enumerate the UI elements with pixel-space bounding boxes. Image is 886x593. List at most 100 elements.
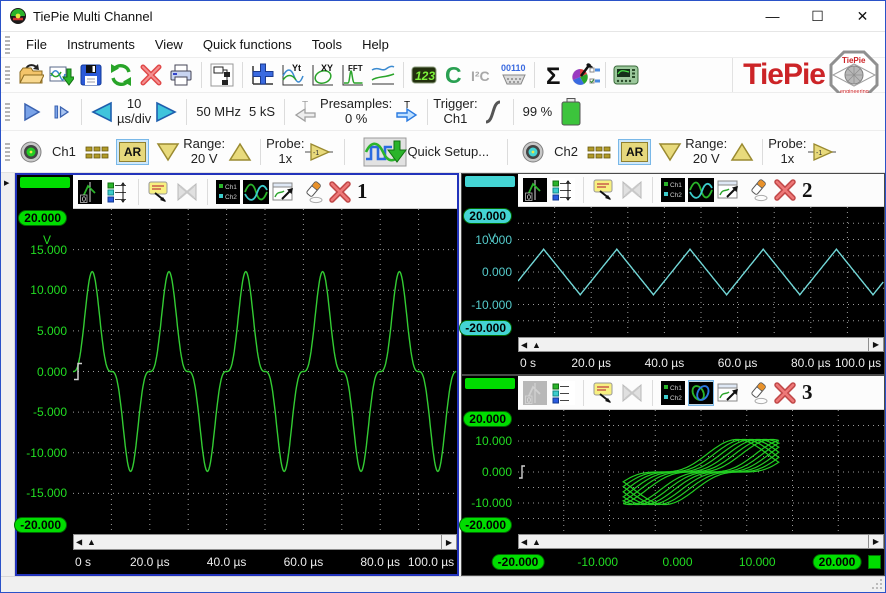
view1-comment-button[interactable] [146,179,172,205]
view-toolbar-separator [583,177,584,203]
ch2-autorange-toggle[interactable]: AR [618,139,651,165]
view2-channel-positions-button[interactable] [550,177,576,203]
timebase-slower-button[interactable] [87,97,117,127]
view3-legend-button[interactable]: Ch1 Ch2 [660,380,686,406]
time-tick-label: 40.0 µs [645,356,685,370]
view2-scrollbar[interactable]: ◀ ▲ ▶ [518,337,884,352]
view3-xy-mode-button[interactable] [688,380,714,406]
ch2-range-down-button[interactable] [655,137,685,167]
menu-file[interactable]: File [16,33,57,56]
c-meter-button[interactable]: C [439,60,469,90]
view1-plot-area[interactable] [73,209,457,534]
remove-button[interactable] [136,60,166,90]
save-data-button[interactable] [46,60,76,90]
serial-button[interactable]: 00110 [499,60,529,90]
view2-legend-button[interactable]: Ch1 Ch2 [660,177,686,203]
view2-waveform-mode-button[interactable] [688,177,714,203]
ch1-range-up-button[interactable] [225,137,255,167]
view3-scrollbar[interactable]: ◀ ▲ ▶ [518,534,884,549]
one-shot-button[interactable] [46,97,76,127]
view2-erase-button[interactable] [744,177,770,203]
view3-export-button[interactable] [716,380,742,406]
presamples-increase-button[interactable]: T [392,97,422,127]
ch1-probe-button[interactable]: -1 [304,137,334,167]
ch2-coupling-button[interactable] [584,137,614,167]
menu-instruments[interactable]: Instruments [57,33,145,56]
view1-channel-positions-button[interactable] [105,179,131,205]
view3-plot-area[interactable] [518,410,884,534]
view2-export-button[interactable] [716,177,742,203]
instrument-button[interactable] [611,60,641,90]
refresh-button[interactable] [106,60,136,90]
scroll-left-icon: ◀ [521,340,527,349]
menu-drag-handle[interactable] [5,36,10,54]
maximize-button[interactable]: ☐ [795,1,840,31]
window-title: TiePie Multi Channel [33,9,750,24]
view1-legend-button[interactable]: Ch1 Ch2 [215,179,241,205]
view2-zero-scale-button[interactable]: 0 [522,177,548,203]
view2-comment-button[interactable] [591,177,617,203]
sample-rate-value[interactable]: 50 MHz [196,104,241,119]
meter-button[interactable]: 123 [409,60,439,90]
ch1-autorange-toggle[interactable]: AR [116,139,149,165]
start-button[interactable] [16,97,46,127]
minimize-button[interactable]: — [750,1,795,31]
ch2-probe-button[interactable]: -1 [807,137,837,167]
print-button[interactable] [166,60,196,90]
quick-setup-button[interactable]: Quick Setup... [363,137,489,167]
timebase-value: 10 [127,97,141,112]
toolbar-drag-handle[interactable] [5,103,10,121]
sum-button[interactable]: Σ [540,60,570,90]
view1-export-button[interactable] [271,179,297,205]
channel-colors-button[interactable] [570,60,600,90]
view2-close-button[interactable] [772,177,798,203]
menu-quick-functions[interactable]: Quick functions [193,33,302,56]
instrument-icon [612,62,640,88]
xy-graph-button[interactable]: XY [308,60,338,90]
view3-cursors-button[interactable] [619,380,645,406]
axis-tick-label: -10.000 [471,496,512,510]
view1-scrollbar[interactable]: ◀ ▲ ▶ [73,534,457,550]
ch1-range-down-button[interactable] [153,137,183,167]
menu-view[interactable]: View [145,33,193,56]
ch2-connector-button[interactable] [518,137,548,167]
cursors-disabled-icon [174,180,200,204]
timebase-faster-button[interactable] [151,97,181,127]
menu-help[interactable]: Help [352,33,399,56]
view3-channel-positions-button[interactable] [550,380,576,406]
record-length-value[interactable]: 5 kS [249,104,275,119]
save-data-icon [48,62,74,88]
collapsed-panel-strip[interactable]: ▶ [1,173,15,576]
menu-tools[interactable]: Tools [302,33,352,56]
toolbar-drag-handle[interactable] [5,143,10,161]
view2-plot-area[interactable] [518,207,884,337]
view1-close-button[interactable] [327,179,353,205]
open-button[interactable] [16,60,46,90]
ch1-connector-button[interactable] [16,137,46,167]
view1-waveform-mode-button[interactable] [243,179,269,205]
toolbar-drag-handle[interactable] [5,66,10,84]
i2c-button[interactable]: I²C [469,60,499,90]
save-button[interactable] [76,60,106,90]
ch1-coupling-button[interactable] [82,137,112,167]
view2-waveform [518,207,884,337]
view2-cursors-button[interactable] [619,177,645,203]
view3-toolbar: 0 [518,376,884,410]
view3-comment-button[interactable] [591,380,617,406]
view1-zero-scale-button[interactable]: 0 [77,179,103,205]
view3-erase-button[interactable] [744,380,770,406]
resize-grip[interactable] [871,578,883,590]
view1-cursors-button[interactable] [174,179,200,205]
view3-close-button[interactable] [772,380,798,406]
add-graph-button[interactable] [248,60,278,90]
fft-graph-button[interactable]: FFT [338,60,368,90]
presamples-decrease-button[interactable]: T [290,97,320,127]
line-graph-button[interactable] [368,60,398,90]
ch2-range-up-button[interactable] [727,137,757,167]
trigger-edge-button[interactable] [478,97,508,127]
axis-tick-label: 5.000 [37,324,67,338]
view1-erase-button[interactable] [299,179,325,205]
yt-graph-button[interactable]: Yt [278,60,308,90]
object-tree-button[interactable] [207,60,237,90]
close-button[interactable]: ✕ [840,1,885,31]
